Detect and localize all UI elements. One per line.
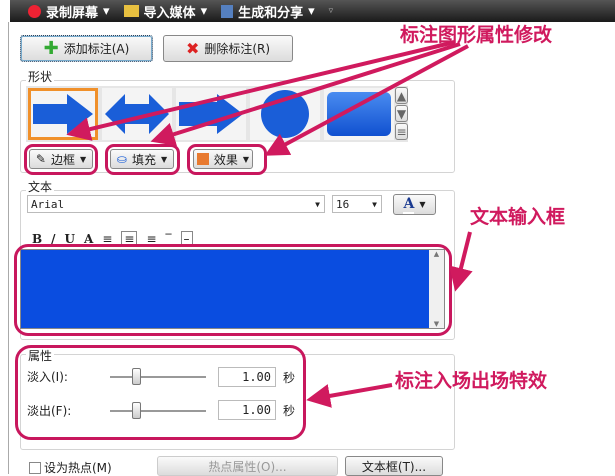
annotation-arrows: [66, 40, 473, 408]
arrow-to-fill: [150, 42, 461, 146]
annotation-text-input: 文本输入框: [470, 206, 566, 228]
arrow-to-text-input: [449, 231, 473, 292]
arrow-to-properties: [306, 383, 393, 408]
annotation-fade-effects: 标注入场出场特效: [395, 370, 548, 392]
annotation-shape-props: 标注图形属性修改: [400, 24, 553, 46]
arrow-to-border: [66, 40, 456, 141]
